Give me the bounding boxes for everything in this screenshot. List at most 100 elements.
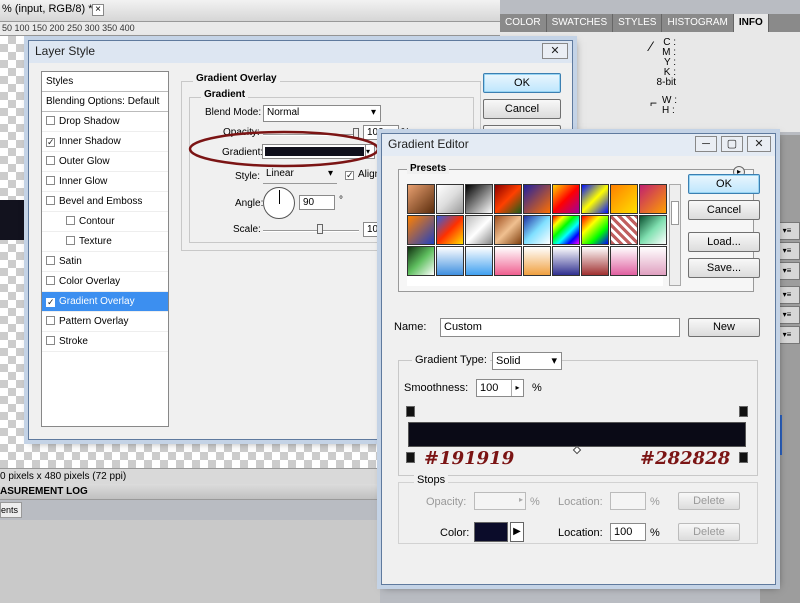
dock-button[interactable]: ▾≡ [774, 262, 800, 280]
dock-button[interactable]: ▾≡ [774, 326, 800, 344]
checkbox[interactable] [46, 276, 55, 285]
gradient-bar[interactable] [408, 422, 746, 447]
opacity-stop-left[interactable] [406, 406, 415, 417]
opacity-stop-right[interactable] [739, 406, 748, 417]
measurement-log-button[interactable]: ents [0, 502, 22, 518]
preset-swatch[interactable] [523, 246, 551, 276]
preset-swatch[interactable] [523, 215, 551, 245]
angle-field[interactable]: 90 [299, 195, 335, 210]
preset-swatch[interactable] [639, 246, 667, 276]
checkbox[interactable] [66, 236, 75, 245]
style-inner-shadow[interactable]: ✓ Inner Shadow [42, 132, 168, 152]
document-tab[interactable]: % (input, RGB/8) * × [0, 0, 500, 22]
preset-swatch[interactable] [436, 184, 464, 214]
blending-options[interactable]: Blending Options: Default [42, 92, 168, 112]
preset-swatch[interactable] [407, 184, 435, 214]
preset-swatch[interactable] [552, 184, 580, 214]
preset-swatch[interactable] [610, 184, 638, 214]
preset-swatch[interactable] [581, 184, 609, 214]
delete-opacity-stop-button[interactable]: Delete [678, 492, 740, 510]
style-drop-shadow[interactable]: Drop Shadow [42, 112, 168, 132]
ok-button[interactable]: OK [688, 174, 760, 194]
close-icon[interactable]: ✕ [542, 43, 568, 59]
dock-button[interactable]: ▾≡ [774, 242, 800, 260]
blend-mode-select[interactable]: Normal ▾ [263, 105, 381, 122]
preset-swatch[interactable] [639, 215, 667, 245]
styles-header[interactable]: Styles [42, 72, 168, 92]
minimize-icon[interactable]: ─ [695, 136, 717, 152]
preset-swatch[interactable] [465, 246, 493, 276]
tab-styles[interactable]: STYLES [613, 14, 663, 32]
style-satin[interactable]: Satin [42, 252, 168, 272]
tab-color[interactable]: COLOR [500, 14, 547, 32]
color-stop-right[interactable] [739, 452, 748, 463]
style-color-overlay[interactable]: Color Overlay [42, 272, 168, 292]
preset-swatch[interactable] [610, 215, 638, 245]
checkbox[interactable] [46, 256, 55, 265]
ok-button[interactable]: OK [483, 73, 561, 93]
style-bevel-emboss[interactable]: Bevel and Emboss [42, 192, 168, 212]
close-icon[interactable]: ✕ [747, 136, 771, 152]
preset-swatch[interactable] [436, 246, 464, 276]
style-contour[interactable]: Contour [42, 212, 168, 232]
preset-swatch[interactable] [465, 184, 493, 214]
style-pattern-overlay[interactable]: Pattern Overlay [42, 312, 168, 332]
preset-swatch[interactable] [552, 215, 580, 245]
new-button[interactable]: New [688, 318, 760, 337]
scale-slider-thumb[interactable] [317, 224, 323, 234]
angle-dial[interactable] [263, 187, 295, 219]
color-location-field[interactable]: 100 [610, 523, 646, 541]
color-swatch[interactable] [474, 522, 508, 542]
cancel-button[interactable]: Cancel [688, 200, 760, 220]
color-picker-arrow-icon[interactable]: ▶ [510, 522, 524, 542]
tab-info[interactable]: INFO [733, 14, 769, 32]
color-stop-left[interactable] [406, 452, 415, 463]
preset-swatch[interactable] [639, 184, 667, 214]
close-tab-icon[interactable]: × [92, 4, 104, 16]
presets-scrollbar[interactable] [669, 184, 681, 286]
preset-swatch[interactable] [436, 215, 464, 245]
checkbox[interactable] [46, 176, 55, 185]
preset-swatch[interactable] [610, 246, 638, 276]
gradient-type-select[interactable]: Solid ▾ [492, 352, 562, 370]
dock-button[interactable]: ▾≡ [774, 286, 800, 304]
load-button[interactable]: Load... [688, 232, 760, 252]
style-stroke[interactable]: Stroke [42, 332, 168, 352]
delete-color-stop-button[interactable]: Delete [678, 523, 740, 541]
preset-swatch[interactable] [552, 246, 580, 276]
save-button[interactable]: Save... [688, 258, 760, 278]
style-select[interactable]: Linear ▾ [263, 167, 337, 184]
chevron-right-icon[interactable]: ▸ [511, 380, 523, 396]
scale-field[interactable]: 10 [363, 222, 383, 237]
preset-swatch[interactable] [581, 215, 609, 245]
style-outer-glow[interactable]: Outer Glow [42, 152, 168, 172]
dock-button[interactable]: ▾≡ [774, 222, 800, 240]
checkbox[interactable] [66, 216, 75, 225]
name-input[interactable]: Custom [440, 318, 680, 337]
preset-swatch[interactable] [465, 215, 493, 245]
smoothness-field[interactable]: 100 ▸ [476, 379, 524, 397]
checkbox[interactable] [46, 156, 55, 165]
checkbox[interactable] [46, 336, 55, 345]
style-inner-glow[interactable]: Inner Glow [42, 172, 168, 192]
preset-swatch[interactable] [581, 246, 609, 276]
preset-swatch[interactable] [407, 246, 435, 276]
preset-swatch[interactable] [494, 184, 522, 214]
style-gradient-overlay[interactable]: ✓ Gradient Overlay [42, 292, 168, 312]
preset-swatch[interactable] [494, 246, 522, 276]
preset-swatch[interactable] [407, 215, 435, 245]
checkbox[interactable]: ✓ [345, 171, 354, 180]
cancel-button[interactable]: Cancel [483, 99, 561, 119]
checkbox[interactable] [46, 116, 55, 125]
scroll-thumb[interactable] [671, 201, 679, 225]
checkbox[interactable] [46, 316, 55, 325]
preset-swatch[interactable] [494, 215, 522, 245]
align-checkbox[interactable]: ✓ Align [345, 168, 380, 180]
checkbox[interactable] [46, 196, 55, 205]
preset-swatch[interactable] [523, 184, 551, 214]
maximize-icon[interactable]: ▢ [721, 136, 743, 152]
measurement-log-header[interactable]: ASUREMENT LOG [0, 484, 380, 500]
checkbox[interactable]: ✓ [46, 298, 55, 307]
checkbox[interactable]: ✓ [46, 138, 55, 147]
tab-histogram[interactable]: HISTOGRAM [662, 14, 734, 32]
